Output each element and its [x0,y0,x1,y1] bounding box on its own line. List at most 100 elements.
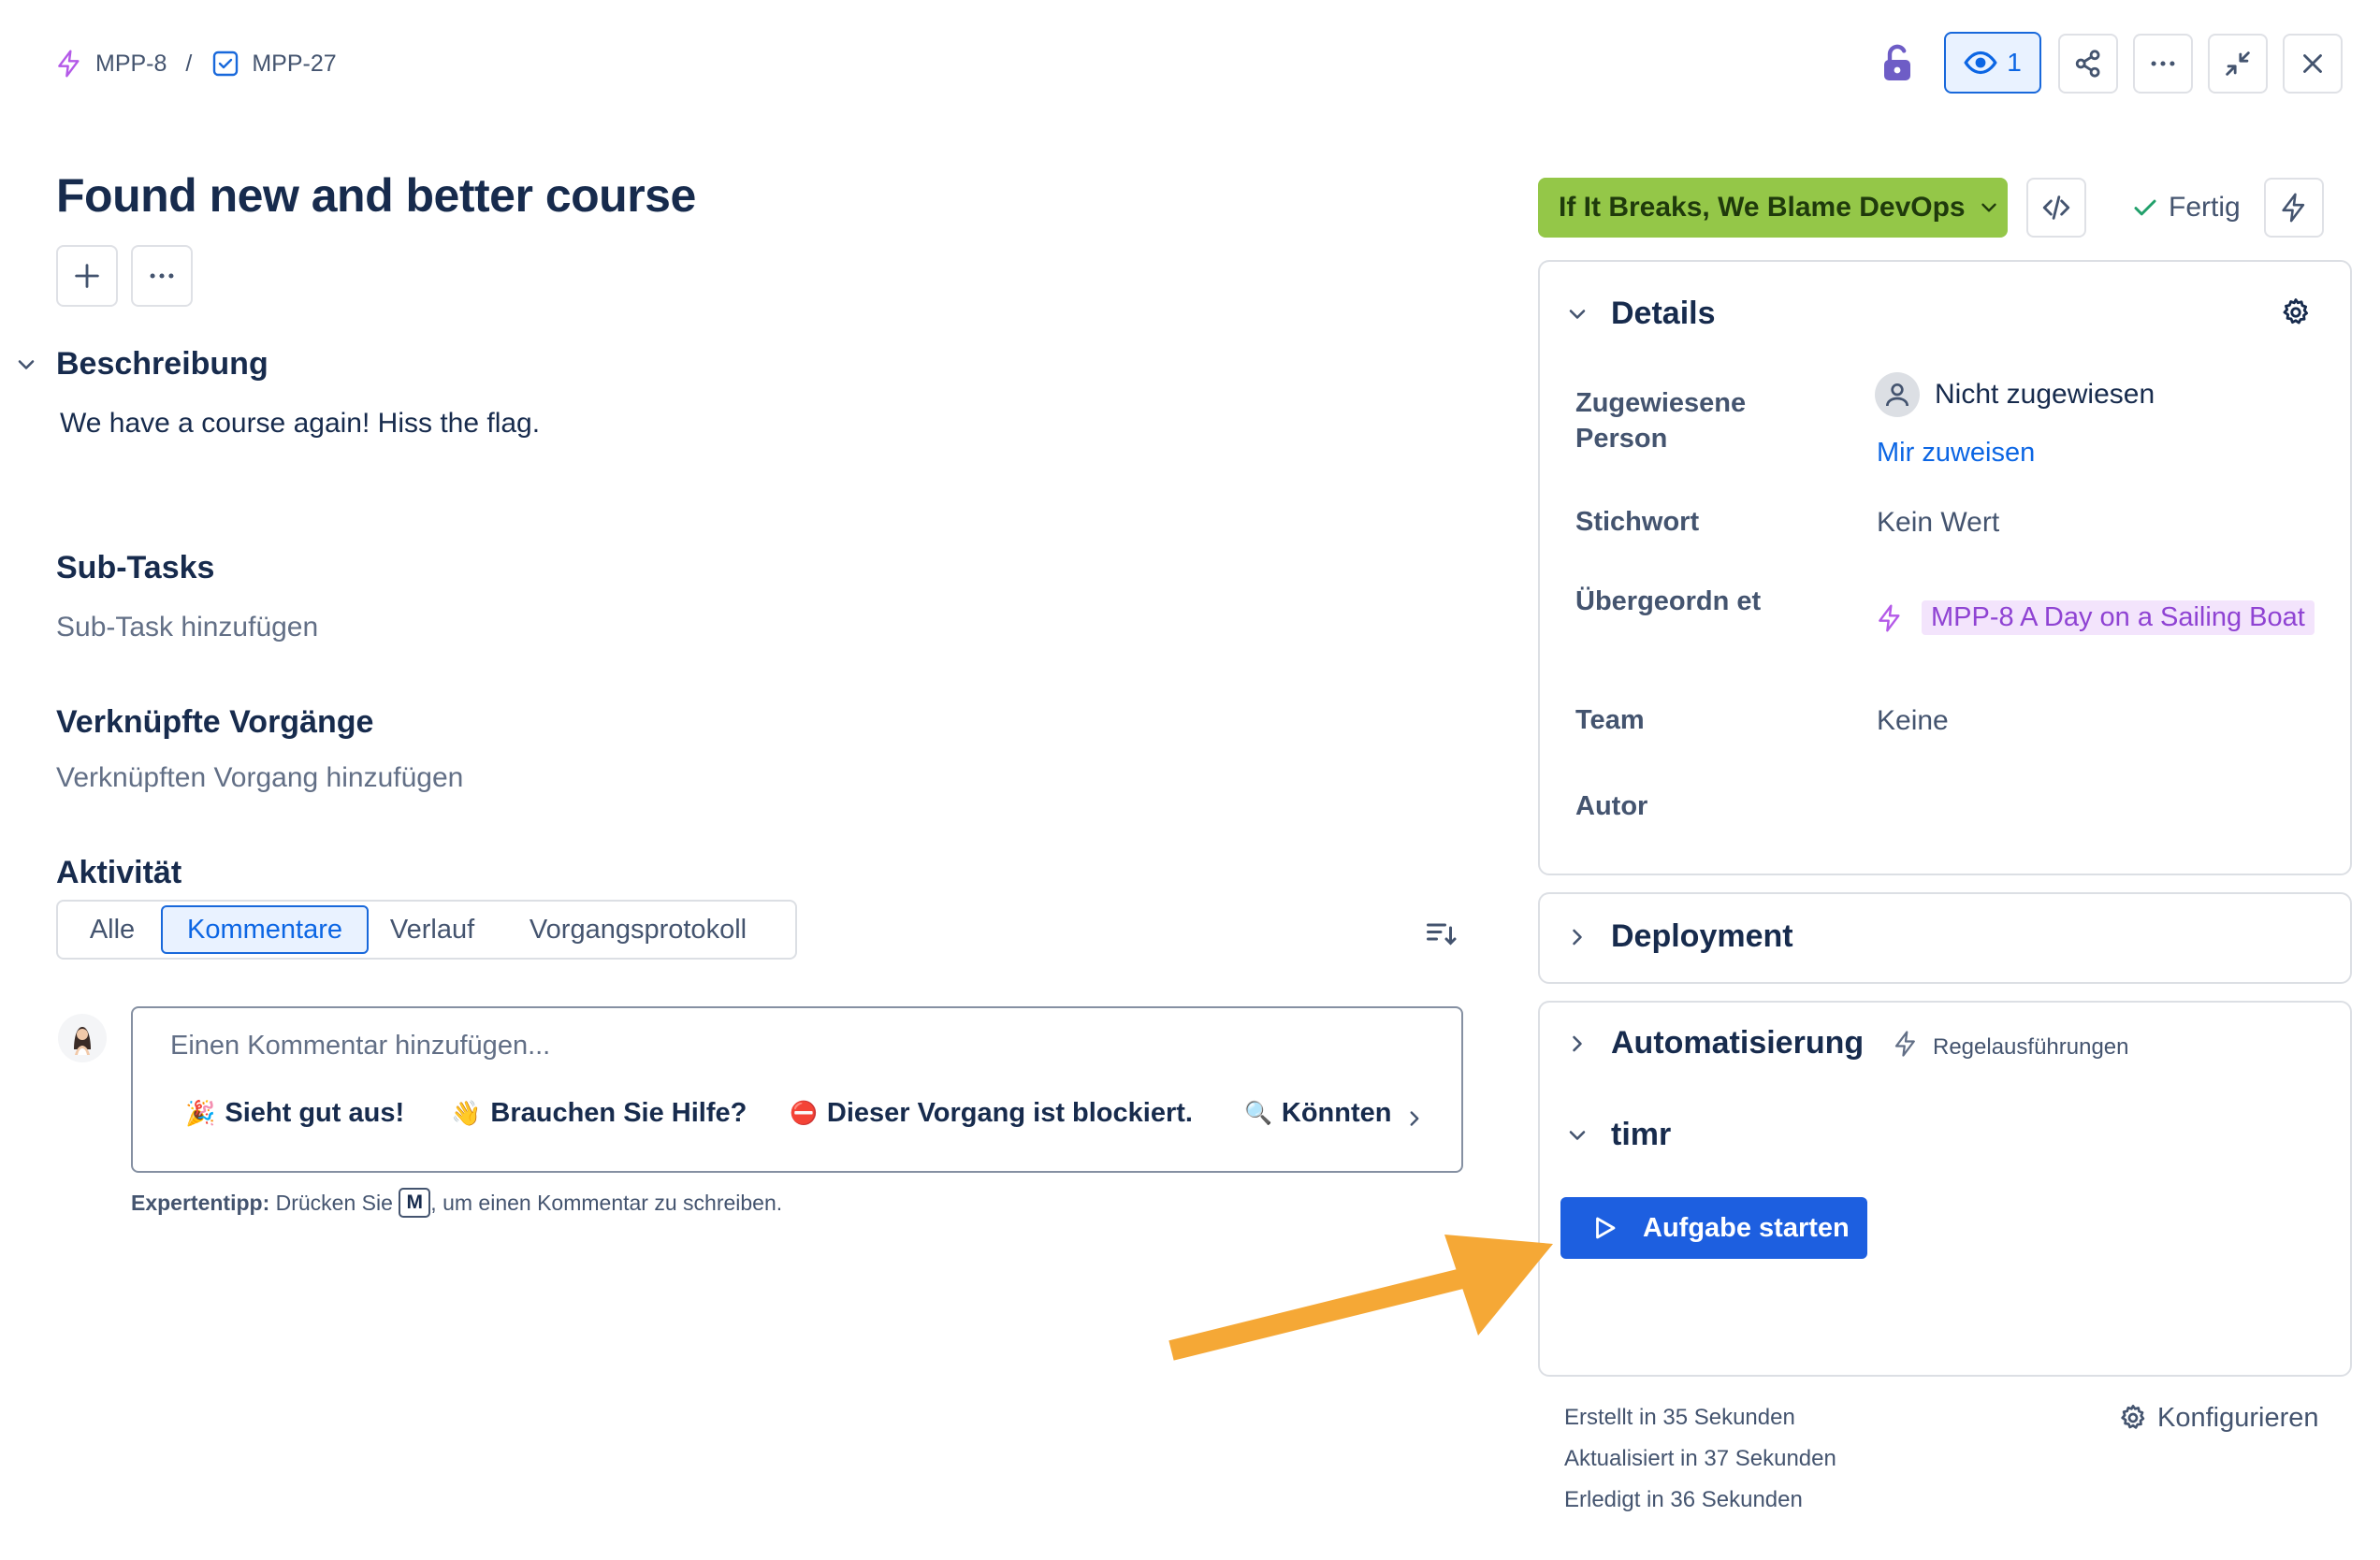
epic-icon [1875,603,1905,633]
comment-input[interactable]: Einen Kommentar hinzufügen... [170,1031,550,1062]
more-icon [2147,48,2179,79]
breadcrumb-parent-link[interactable]: MPP-8 [95,51,167,78]
pro-tip-label: Expertentipp: [131,1190,270,1215]
comment-box[interactable]: Einen Kommentar hinzufügen... 🎉 Sieht gu… [131,1006,1463,1173]
description-text[interactable]: We have a course again! Hiss the flag. [60,408,540,440]
magnifier-icon: 🔍 [1244,1101,1272,1126]
collapse-icon [2222,48,2254,79]
tab-comments[interactable]: Kommentare [161,905,369,954]
title-more-button[interactable] [131,245,193,307]
actions-button[interactable] [2264,178,2324,238]
automation-toggle[interactable]: Automatisierung [1564,1025,1920,1062]
team-value[interactable]: Keine [1877,705,1949,737]
add-subtask-link[interactable]: Sub-Task hinzufügen [56,612,318,643]
assignee-label: Zugewiesene Person [1575,388,1747,454]
parent-label: Übergeordn et [1575,586,1762,616]
breadcrumb-issue-link[interactable]: MPP-27 [252,51,336,78]
breadcrumb: MPP-8 / MPP-27 [54,47,337,80]
automation-heading: Automatisierung [1611,1025,1865,1061]
no-entry-icon: ⛔ [790,1101,818,1126]
plus-icon [71,260,103,292]
share-icon [2072,48,2104,79]
status-label: If It Breaks, We Blame DevOps [1559,192,1966,223]
sort-button[interactable] [1420,913,1461,954]
parent-field[interactable]: MPP-8 A Day on a Sailing Boat [1875,600,2315,635]
quick-reply-could-you[interactable]: 🔍 Könnten [1244,1098,1391,1129]
timr-heading: timr [1611,1117,1672,1152]
configure-label: Konfigurieren [2157,1402,2319,1433]
assign-to-me-link[interactable]: Mir zuweisen [1877,438,2035,469]
chevron-right-icon [1564,1031,1590,1057]
activity-heading: Aktivität [56,855,182,890]
watch-button[interactable]: 1 [1944,32,2041,94]
status-dropdown[interactable]: If It Breaks, We Blame DevOps [1538,178,2008,238]
assignee-value: Nicht zugewiesen [1935,379,2155,410]
epic-icon [54,49,84,79]
wave-icon: 👋 [451,1099,482,1127]
start-task-button[interactable]: Aufgabe starten [1560,1197,1867,1259]
task-icon [210,49,240,79]
add-button[interactable] [56,245,118,307]
timr-toggle[interactable]: timr [1564,1117,1671,1153]
chevron-down-icon [1977,195,2001,220]
code-icon [2040,192,2072,224]
author-label: Autor [1575,791,1648,821]
unassigned-avatar-icon [1875,372,1920,417]
breadcrumb-separator: / [185,50,193,77]
tab-history[interactable]: Verlauf [374,905,490,954]
chevron-down-icon [13,352,39,378]
created-timestamp: Erstellt in 35 Sekunden [1564,1405,1795,1430]
watch-count: 1 [2007,48,2022,77]
minimize-button[interactable] [2208,34,2268,94]
quick-replies-next-button[interactable] [1398,1100,1431,1137]
tab-all[interactable]: Alle [65,905,159,954]
close-icon [2297,48,2329,79]
gear-icon [2280,296,2312,328]
tab-worklog[interactable]: Vorgangsprotokoll [498,905,778,954]
eye-icon [1964,46,1997,79]
details-toggle[interactable]: Details [1564,296,1716,332]
configure-button[interactable]: Konfigurieren [2118,1397,2319,1438]
annotation-arrow [1168,1235,1553,1361]
description-toggle[interactable] [13,352,39,378]
share-button[interactable] [2058,34,2118,94]
quick-reply-blocked[interactable]: ⛔ Dieser Vorgang ist blockiert. [790,1098,1193,1129]
gear-icon [2118,1403,2148,1433]
lightning-icon [2278,192,2310,224]
pro-tip-text-end: , um einen Kommentar zu schreiben. [430,1190,783,1215]
party-icon: 🎉 [185,1099,216,1127]
more-icon [146,260,178,292]
chevron-down-icon [1564,301,1590,327]
rule-executions-link[interactable]: Regelausführungen [1933,1034,2129,1061]
quick-reply-label: Sieht gut aus! [225,1098,405,1128]
keyword-label: Stichwort [1575,507,1700,537]
dev-button[interactable] [2026,178,2086,238]
close-button[interactable] [2283,34,2343,94]
lock-icon[interactable] [1875,41,1920,86]
parent-chip[interactable]: MPP-8 A Day on a Sailing Boat [1922,600,2315,635]
quick-reply-label: Könnten [1281,1098,1392,1128]
resolution-status[interactable]: Fertig [2131,187,2241,228]
assignee-field[interactable]: Nicht zugewiesen [1875,372,2155,417]
chevron-down-icon [1564,1122,1590,1148]
pro-tip-text: Drücken Sie [275,1190,393,1215]
more-actions-button[interactable] [2133,34,2193,94]
issue-title[interactable]: Found new and better course [56,168,696,223]
add-linked-issue-link[interactable]: Verknüpften Vorgang hinzufügen [56,762,463,794]
shortcut-key: M [399,1188,431,1218]
pro-tip: Expertentipp: Drücken Sie M, um einen Ko… [131,1188,782,1218]
chevron-right-icon [1564,924,1590,950]
quick-reply-looks-good[interactable]: 🎉 Sieht gut aus! [185,1098,404,1129]
deployment-heading: Deployment [1611,918,1793,954]
deployment-panel[interactable]: Deployment [1538,892,2352,984]
lightning-icon [1892,1030,1920,1058]
avatar [58,1014,107,1062]
quick-reply-need-help[interactable]: 👋 Brauchen Sie Hilfe? [451,1098,747,1129]
details-settings-button[interactable] [2275,292,2316,333]
keyword-value[interactable]: Kein Wert [1877,507,1999,539]
check-icon [2131,194,2159,222]
chevron-right-icon [1402,1106,1427,1131]
activity-tabs: Alle Kommentare Verlauf Vorgangsprotokol… [56,900,797,960]
done-label: Fertig [2169,192,2241,223]
details-heading: Details [1611,296,1716,331]
